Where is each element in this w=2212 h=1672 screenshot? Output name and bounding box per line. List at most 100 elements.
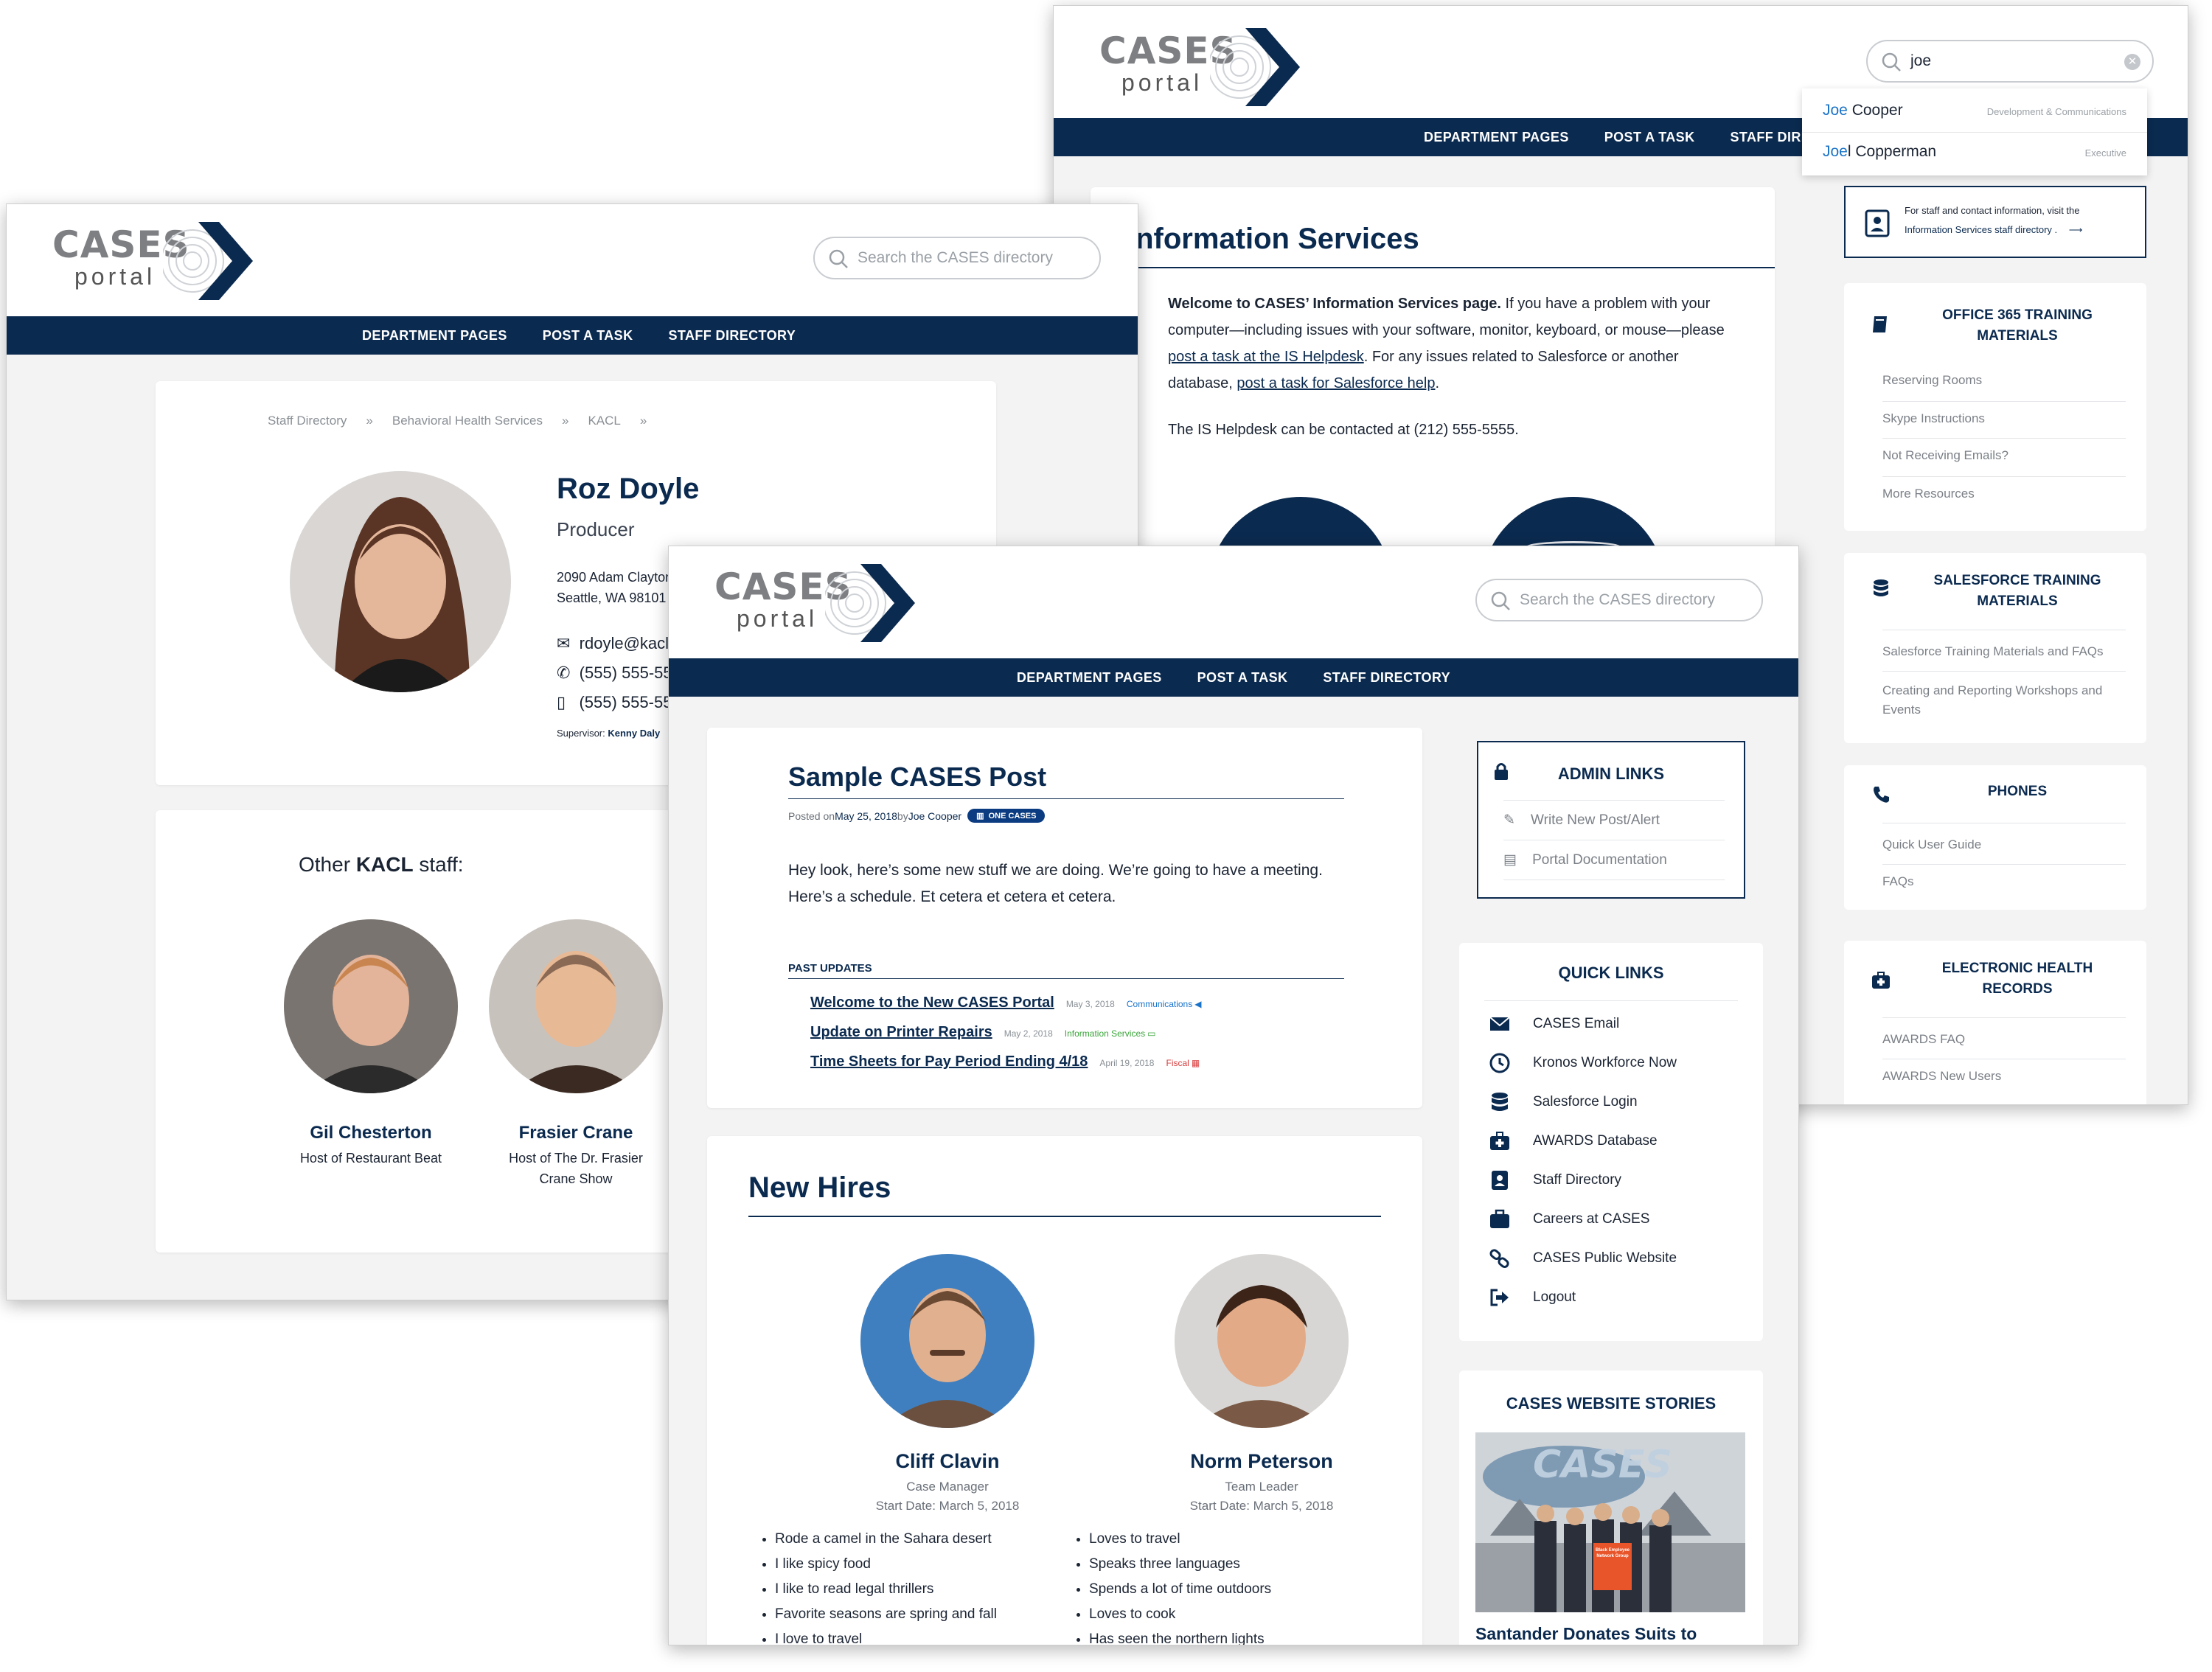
- post-title[interactable]: Sample CASES Post: [788, 762, 1046, 793]
- nav-post-a-task[interactable]: POST A TASK: [1604, 130, 1695, 145]
- helpdesk-link[interactable]: post a task at the IS Helpdesk: [1168, 349, 1364, 365]
- title-rule: [1127, 267, 1775, 268]
- sidebar-link[interactable]: Salesforce Training Materials and FAQs: [1882, 644, 2104, 659]
- staff-name[interactable]: Gil Chesterton: [253, 1123, 489, 1143]
- cases-portal-logo[interactable]: CASES portal: [1099, 27, 1313, 108]
- update-item[interactable]: Time Sheets for Pay Period Ending 4/18 A…: [810, 1053, 1201, 1083]
- quick-link-label: Kronos Workforce Now: [1533, 1055, 1677, 1070]
- sidebar-link[interactable]: More Resources: [1882, 487, 1975, 501]
- building-icon: ▥: [976, 812, 984, 821]
- staff-photo-frasier[interactable]: [489, 919, 663, 1093]
- phone-icon: [1874, 787, 1889, 803]
- suggestion-joe-cooper[interactable]: Joe Cooper: [1823, 102, 1903, 119]
- hire-start: Start Date: March 5, 2018: [875, 1499, 1020, 1513]
- cases-portal-logo[interactable]: CASES portal: [52, 220, 266, 302]
- divider: [1882, 401, 2126, 402]
- calculator-icon: ▦: [1191, 1058, 1200, 1068]
- ehr-card: ELECTRONIC HEALTH RECORDS AWARDS FAQ AWA…: [1844, 941, 2146, 1104]
- heading-text: staff:: [413, 853, 464, 876]
- post-tag-badge[interactable]: ▥ ONE CASES: [967, 809, 1046, 823]
- quick-link[interactable]: AWARDS Database: [1489, 1122, 1658, 1160]
- cases-portal-logo[interactable]: CASES portal: [714, 562, 928, 644]
- sidebar-link[interactable]: Skype Instructions: [1882, 411, 1985, 426]
- quick-link[interactable]: Careers at CASES: [1489, 1200, 1649, 1239]
- nav-staff-directory[interactable]: STAFF DIRECTORY: [669, 328, 796, 344]
- hire-name[interactable]: Norm Peterson: [1144, 1450, 1380, 1473]
- fact-item: I like spicy food: [775, 1552, 997, 1577]
- quick-link[interactable]: Kronos Workforce Now: [1489, 1044, 1677, 1082]
- suggestion-match: Joe: [1823, 143, 1848, 160]
- sidebar-link[interactable]: Not Receiving Emails?: [1882, 448, 2008, 463]
- card-heading: PHONES: [1987, 784, 2048, 799]
- search-input[interactable]: Search the CASES directory: [813, 237, 1101, 279]
- sidebar-link[interactable]: Creating and Reporting Workshops and Eve…: [1882, 681, 2133, 720]
- site-header: CASES portal Search the CASES directory: [7, 204, 1138, 316]
- nav-department-pages[interactable]: DEPARTMENT PAGES: [362, 328, 507, 344]
- quick-link[interactable]: CASES Public Website: [1489, 1239, 1677, 1278]
- megaphone-icon: ◀: [1194, 999, 1202, 1009]
- hire-facts: Rode a camel in the Sahara desert I like…: [759, 1527, 997, 1645]
- post-date[interactable]: May 25, 2018: [835, 810, 897, 822]
- hire-photo-norm[interactable]: [1175, 1254, 1349, 1428]
- sidebar-link[interactable]: Quick User Guide: [1882, 837, 1981, 852]
- sidebar-link[interactable]: AWARDS FAQ: [1882, 1032, 1965, 1047]
- update-title[interactable]: Time Sheets for Pay Period Ending 4/18: [810, 1053, 1088, 1070]
- update-item[interactable]: Update on Printer Repairs May 2, 2018 In…: [810, 1024, 1201, 1053]
- profile-name: Roz Doyle: [557, 473, 700, 505]
- quick-link[interactable]: CASES Email: [1489, 1005, 1619, 1043]
- contact-card-icon: [1865, 209, 1890, 237]
- story-headline[interactable]: Santander Donates Suits to: [1475, 1624, 1697, 1644]
- quick-link[interactable]: Staff Directory: [1489, 1161, 1621, 1199]
- sidebar-link[interactable]: FAQs: [1882, 874, 1914, 889]
- nav-post-a-task[interactable]: POST A TASK: [543, 328, 633, 344]
- staff-directory-note[interactable]: For staff and contact information, visit…: [1844, 186, 2146, 258]
- update-item[interactable]: Welcome to the New CASES Portal May 3, 2…: [810, 995, 1201, 1024]
- nav-department-pages[interactable]: DEPARTMENT PAGES: [1017, 670, 1162, 686]
- breadcrumb-item[interactable]: Behavioral Health Services: [392, 414, 543, 428]
- clear-search-icon[interactable]: ✕: [2124, 54, 2140, 70]
- update-title[interactable]: Welcome to the New CASES Portal: [810, 995, 1054, 1011]
- meta-text: by: [897, 809, 908, 822]
- nav-staff-directory[interactable]: STAFF DIRECTORY: [1323, 670, 1450, 686]
- hire-photo-cliff[interactable]: [860, 1254, 1034, 1428]
- quick-link[interactable]: Salesforce Login: [1489, 1083, 1638, 1121]
- search-query: joe: [1910, 52, 1932, 69]
- story-sign-text: Black Employee Network Group: [1595, 1548, 1630, 1558]
- sidebar-link[interactable]: Reserving Rooms: [1882, 373, 1982, 388]
- stories-heading: CASES WEBSITE STORIES: [1506, 1394, 1717, 1413]
- hire-name[interactable]: Cliff Clavin: [830, 1450, 1065, 1473]
- title-rule: [788, 798, 1344, 799]
- search-input[interactable]: Search the CASES directory: [1475, 579, 1763, 621]
- fact-item: I like to read legal thrillers: [775, 1577, 997, 1602]
- search-input[interactable]: joe ✕: [1866, 40, 2154, 83]
- sign-out-icon: [1490, 1289, 1509, 1306]
- admin-link-row[interactable]: ▤ Portal Documentation: [1503, 851, 1667, 868]
- update-title[interactable]: Update on Printer Repairs: [810, 1024, 992, 1041]
- new-hires-title: New Hires: [748, 1171, 891, 1204]
- update-category[interactable]: Fiscal: [1166, 1058, 1189, 1068]
- admin-link-row[interactable]: ✎ Write New Post/Alert: [1503, 812, 1660, 829]
- suggestion-joel-copperman[interactable]: Joel Copperman: [1823, 143, 1936, 161]
- story-image[interactable]: CASES Black Employee Network Group: [1475, 1432, 1745, 1612]
- staff-photo-gil[interactable]: [284, 919, 458, 1093]
- supervisor-link[interactable]: Kenny Daly: [608, 728, 660, 739]
- update-category[interactable]: Communications: [1127, 999, 1192, 1009]
- post-author[interactable]: Joe Cooper: [908, 810, 961, 822]
- staff-note-link[interactable]: Information Services staff directory . ⟶: [1905, 224, 2082, 236]
- breadcrumb-item[interactable]: Staff Directory: [268, 414, 347, 428]
- breadcrumb-item[interactable]: KACL: [588, 414, 620, 428]
- sidebar-link[interactable]: AWARDS New Users: [1882, 1069, 2001, 1084]
- salesforce-help-link[interactable]: post a task for Salesforce help: [1237, 375, 1435, 391]
- suggestion-match: Joe: [1823, 102, 1848, 119]
- quick-link-label: Careers at CASES: [1533, 1211, 1650, 1227]
- medkit-icon: [1490, 1132, 1509, 1150]
- staff-name[interactable]: Frasier Crane: [458, 1123, 694, 1143]
- quick-link-label: CASES Public Website: [1533, 1250, 1677, 1266]
- card-heading: OFFICE 365 TRAINING MATERIALS: [1942, 307, 2093, 344]
- update-category[interactable]: Information Services: [1065, 1028, 1145, 1039]
- divider: [1503, 879, 1725, 880]
- nav-department-pages[interactable]: DEPARTMENT PAGES: [1424, 130, 1569, 145]
- divider: [1484, 1000, 1738, 1001]
- quick-link[interactable]: Logout: [1489, 1278, 1576, 1317]
- nav-post-a-task[interactable]: POST A TASK: [1197, 670, 1288, 686]
